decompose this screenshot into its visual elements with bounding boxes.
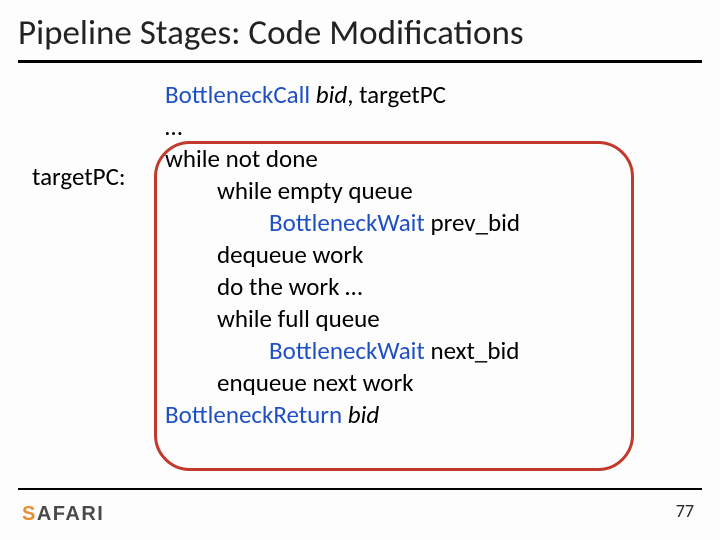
code-l1-rest: , targetPC — [347, 79, 446, 110]
bid-arg: bid — [310, 79, 347, 110]
targetpc-label: targetPC: — [32, 161, 126, 192]
page-number: 77 — [676, 500, 694, 522]
code-line-6: dequeue work — [165, 239, 520, 271]
footer-divider — [18, 488, 702, 490]
code-line-8: while full queue — [165, 303, 520, 335]
code-line-2: … — [165, 111, 520, 143]
bottleneckcall-keyword: BottleneckCall — [165, 79, 310, 110]
bottleneckwait1-keyword: BottleneckWait — [269, 207, 430, 238]
code-line-7: do the work … — [165, 271, 520, 303]
code-line-10: enqueue next work — [165, 367, 520, 399]
bottleneckwait2-keyword: BottleneckWait — [269, 335, 430, 366]
bid-return-arg: bid — [342, 399, 379, 430]
code-line-1: BottleneckCall bid, targetPC — [165, 79, 520, 111]
code-line-9: BottleneckWait next_bid — [165, 335, 520, 367]
slide-title: Pipeline Stages: Code Modifications — [0, 0, 720, 54]
prev-bid: prev_bid — [430, 207, 520, 238]
logo-rest: AFARI — [37, 503, 105, 525]
pseudocode-block: BottleneckCall bid, targetPC … while not… — [165, 79, 520, 431]
safari-logo: SAFARI — [22, 503, 104, 526]
code-line-11: BottleneckReturn bid — [165, 399, 520, 431]
logo-s: S — [22, 503, 37, 525]
content-area: targetPC: BottleneckCall bid, targetPC …… — [0, 63, 720, 83]
bottleneckreturn-keyword: BottleneckReturn — [165, 399, 342, 430]
code-line-4: while empty queue — [165, 175, 520, 207]
code-line-3: while not done — [165, 143, 520, 175]
next-bid: next_bid — [430, 335, 519, 366]
code-line-5: BottleneckWait prev_bid — [165, 207, 520, 239]
